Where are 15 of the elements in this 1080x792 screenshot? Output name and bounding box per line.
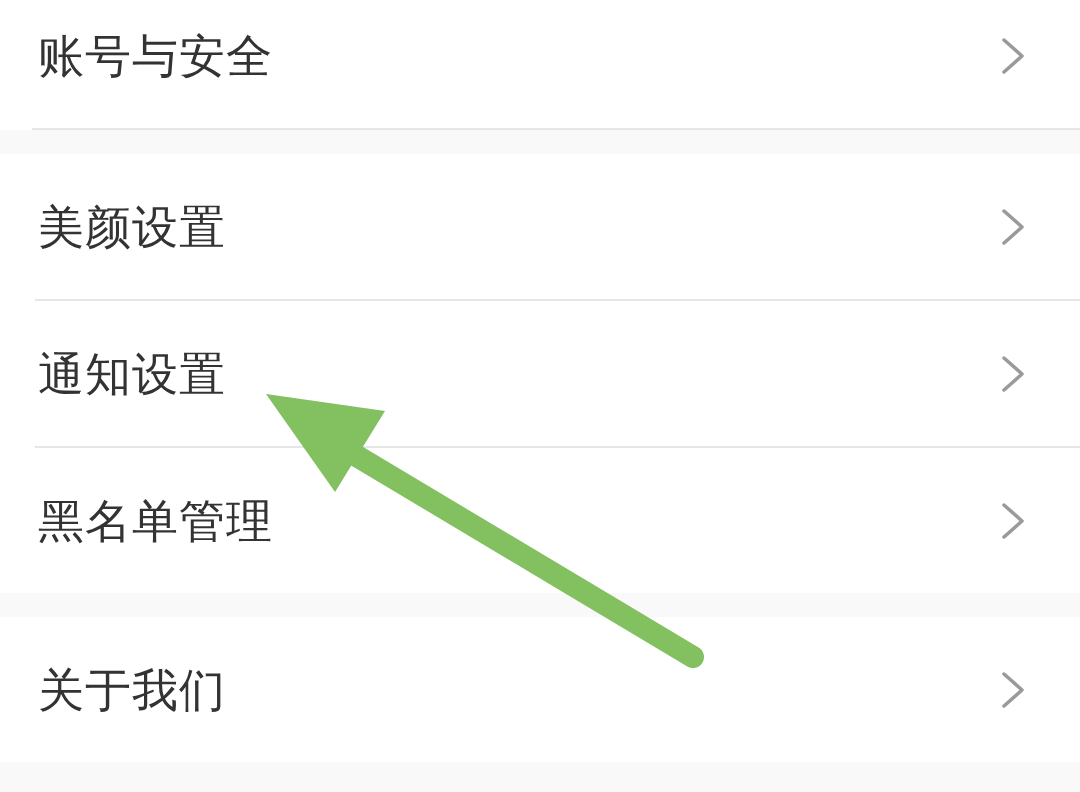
chevron-right-icon (1001, 354, 1025, 393)
row-label: 黑名单管理 (38, 497, 273, 544)
row-label: 通知设置 (38, 350, 226, 397)
settings-row[interactable]: 美颜设置 (0, 154, 1080, 299)
chevron-right-icon (1001, 501, 1025, 540)
row-label: 美颜设置 (38, 203, 226, 250)
chevron-right-icon (1001, 36, 1025, 75)
settings-row[interactable]: 黑名单管理 (0, 448, 1080, 593)
chevron-right-icon (1001, 670, 1025, 709)
settings-row[interactable]: 账号与安全 (0, 0, 1080, 128)
settings-row[interactable]: 关于我们 (0, 617, 1080, 762)
chevron-right-icon (1001, 207, 1025, 246)
settings-row[interactable]: 通知设置 (0, 301, 1080, 446)
row-label: 账号与安全 (38, 32, 273, 79)
row-label: 关于我们 (38, 666, 226, 713)
